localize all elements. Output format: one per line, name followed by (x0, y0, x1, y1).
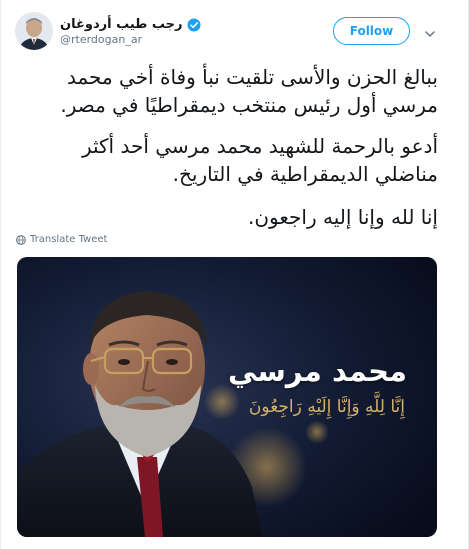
display-name[interactable]: رجب طيب أردوغان (60, 17, 183, 32)
avatar[interactable] (15, 12, 53, 50)
globe-icon (16, 234, 26, 245)
tweet-card: رجب طيب أردوغان @rterdogan_ar Follow ببا… (0, 0, 469, 549)
translate-tweet-link[interactable]: Translate Tweet (16, 234, 107, 245)
follow-button[interactable]: Follow (333, 17, 410, 45)
tweet-paragraph-1: ببالغ الحزن والأسى تلقيت نبأ وفاة أخي مح… (60, 65, 438, 117)
verified-badge-icon (187, 17, 201, 32)
translate-tweet-label: Translate Tweet (30, 234, 108, 245)
media-title: محمد مرسي (228, 354, 407, 388)
tweet-media-image[interactable]: محمد مرسي إِنَّا لِلَّهِ وَإِنَّا إِلَيْ… (17, 257, 437, 537)
user-handle[interactable]: @rterdogan_ar (60, 33, 142, 46)
user-name-row: رجب طيب أردوغان (60, 14, 201, 34)
media-subtitle: إِنَّا لِلَّهِ وَإِنَّا إِلَيْهِ رَاجِعُ… (248, 397, 405, 417)
tweet-paragraph-3: إنا لله وإنا إليه راجعون. (248, 205, 438, 229)
chevron-down-icon[interactable] (424, 25, 436, 37)
tweet-paragraph-2: أدعو بالرحمة للشهيد محمد مرسي أحد أكثر م… (81, 134, 438, 186)
card-border-left (0, 0, 1, 549)
